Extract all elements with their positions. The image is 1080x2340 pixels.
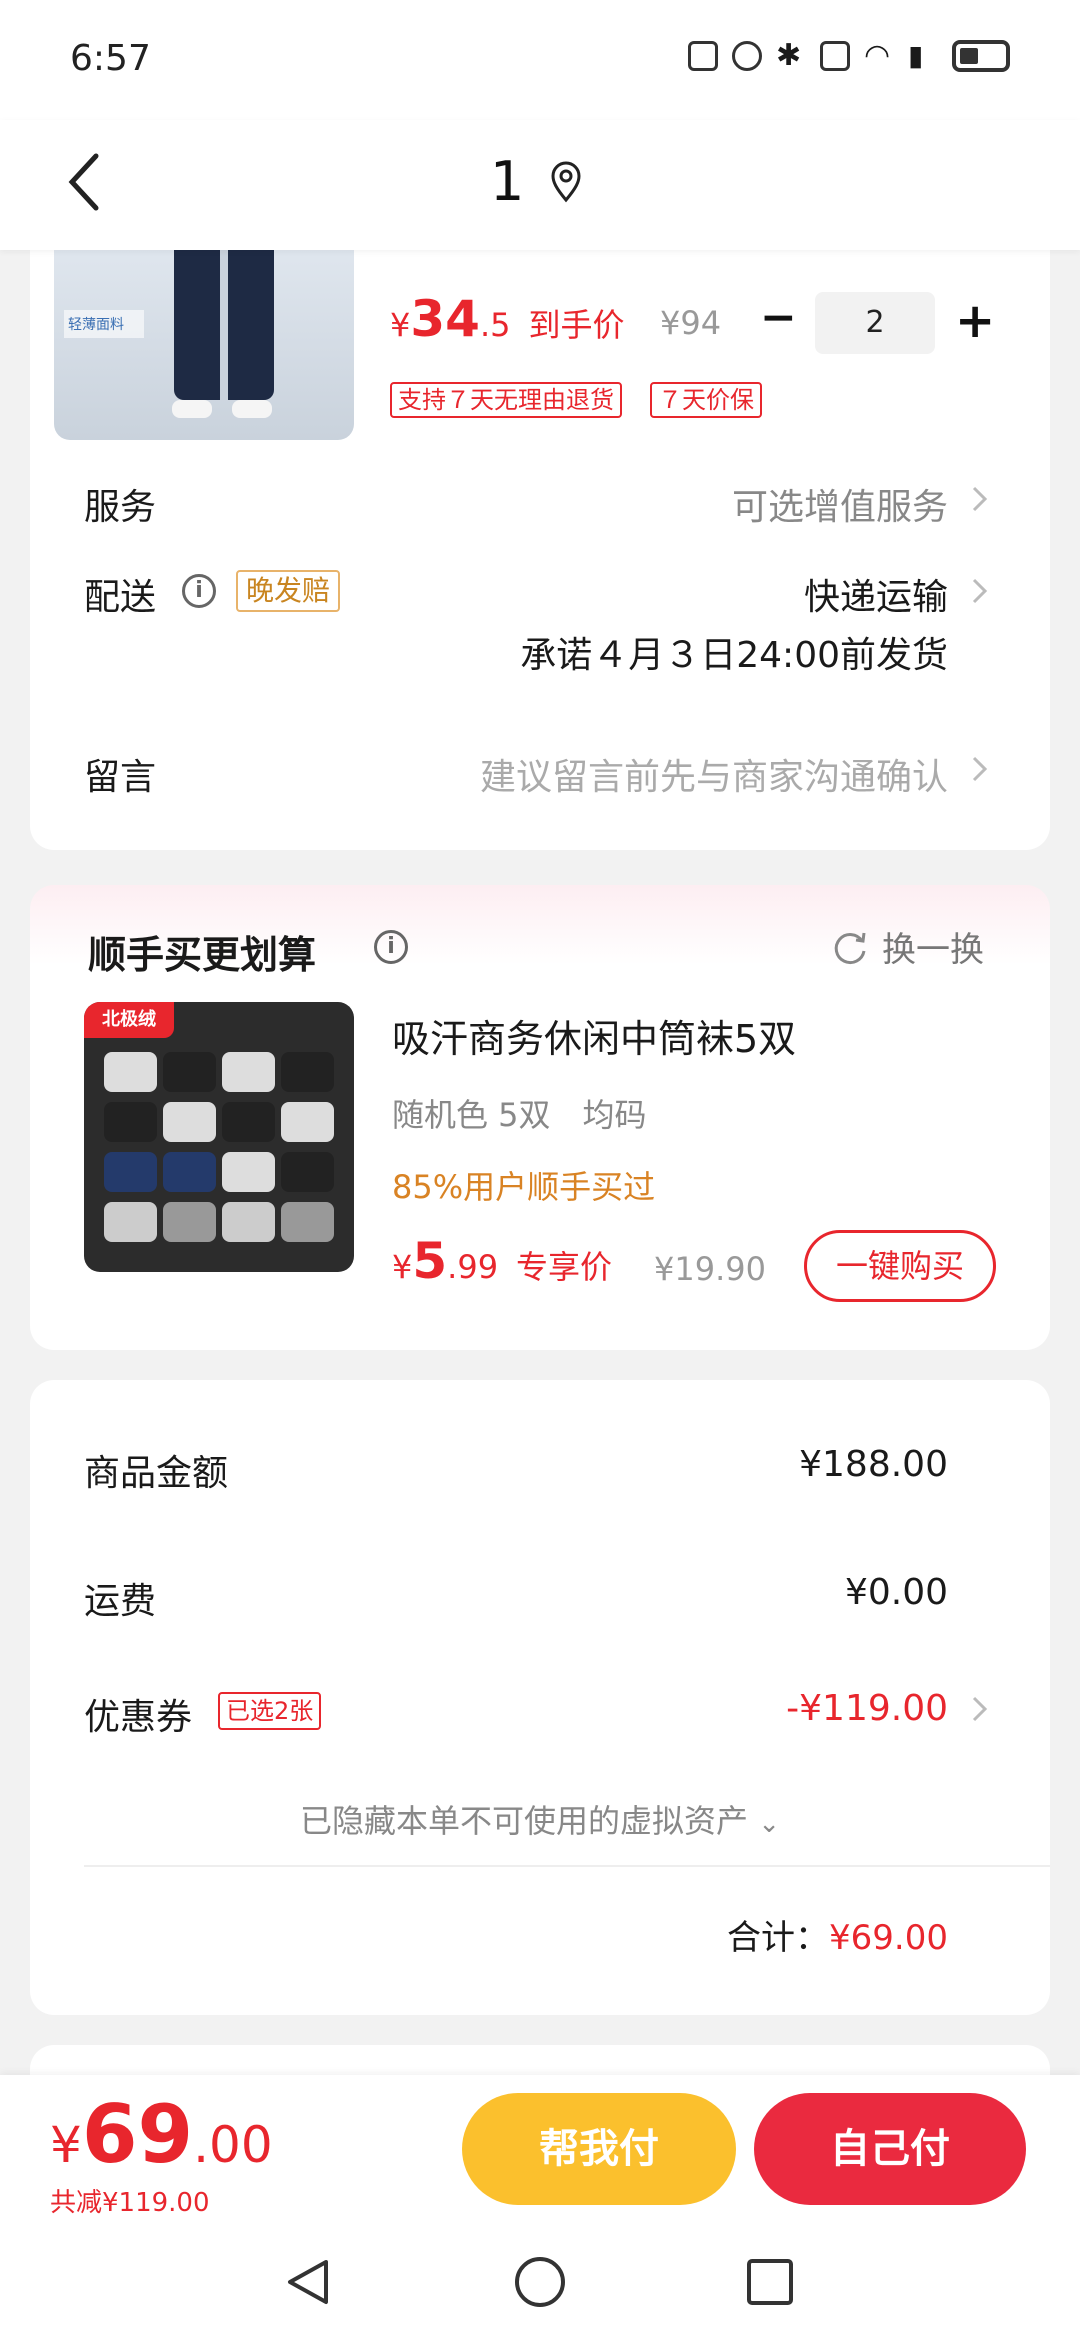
total-saved: 共减¥119.00 — [50, 2188, 210, 2218]
shoe-graphic — [232, 400, 272, 418]
system-nav-bar — [0, 2230, 1080, 2340]
goods-amount-value: ¥188.00 — [799, 1444, 948, 1485]
checkout-total: ¥ 69 .00 — [50, 2088, 273, 2181]
hidden-assets-toggle[interactable]: 已隐藏本单不可使用的虚拟资产 ⌄ — [0, 1796, 1080, 1842]
service-label: 服务 — [84, 487, 157, 528]
return-policy-tag: 支持７天无理由退货 — [390, 382, 622, 418]
price-currency: ¥ — [392, 1248, 413, 1286]
price-integer: 34 — [410, 290, 480, 348]
coupon-selected-tag: 已选2张 — [218, 1692, 322, 1730]
status-time: 6:57 — [70, 38, 151, 79]
total-label: 合计： — [727, 1918, 830, 1958]
total-integer: 69 — [81, 2088, 194, 2181]
info-icon[interactable]: i — [182, 574, 216, 608]
total-line: 合计：¥69.00 — [727, 1910, 948, 1959]
price-label: 专享价 — [516, 1248, 613, 1286]
addon-price: ¥ 5 .99 专享价 — [392, 1232, 612, 1290]
coupon-value[interactable]: -¥119.00 — [786, 1688, 948, 1729]
refresh-icon — [834, 932, 866, 964]
increase-quantity-button[interactable]: + — [955, 296, 995, 346]
quantity-field[interactable]: 2 — [815, 292, 935, 354]
delivery-method[interactable]: 快递运输 — [804, 568, 948, 620]
hidden-assets-text: 已隐藏本单不可使用的虚拟资产 — [300, 1802, 749, 1840]
divider — [84, 1865, 1050, 1867]
chevron-right-icon[interactable] — [970, 576, 990, 606]
addon-title: 顺手买更划算 — [88, 933, 317, 977]
service-value[interactable]: 可选增值服务 — [732, 478, 948, 530]
decrease-quantity-button[interactable]: − — [760, 296, 797, 340]
total-decimal: .00 — [193, 2116, 273, 2174]
shipping-label: 运费 — [84, 1581, 157, 1622]
chevron-right-icon[interactable] — [970, 754, 990, 784]
pants-graphic — [174, 250, 274, 400]
info-icon[interactable]: i — [374, 930, 408, 964]
total-currency: ¥ — [50, 2116, 82, 2174]
top-nav-bar: 1 — [0, 120, 1080, 250]
price-label: 到手价 — [528, 306, 625, 344]
help-me-pay-button[interactable]: 帮我付 — [462, 2093, 736, 2205]
message-label: 留言 — [84, 757, 157, 798]
original-price: ¥94 — [660, 304, 722, 342]
one-click-buy-button[interactable]: 一键购买 — [804, 1230, 996, 1302]
pay-myself-button[interactable]: 自己付 — [754, 2093, 1026, 2205]
system-recents-icon[interactable] — [740, 2252, 800, 2312]
image-feature-tag: 轻薄面料 — [64, 310, 144, 338]
brand-logo: 北极绒 — [84, 1002, 174, 1038]
vibrate-icon — [820, 41, 850, 71]
alarm-icon — [732, 41, 762, 71]
delivery-promise: 承诺４月３日24:00前发货 — [520, 635, 948, 676]
goods-amount-label: 商品金额 — [84, 1453, 229, 1494]
refresh-button[interactable]: 换一换 — [830, 922, 984, 971]
addon-buyers-rate: 85%用户顺手买过 — [392, 1168, 656, 1206]
product-image[interactable]: 轻薄面料 — [54, 250, 354, 440]
coupon-label: 优惠券 — [84, 1697, 193, 1738]
late-compensation-badge: 晚发赔 — [236, 570, 341, 612]
signal-icon: ▮ — [908, 39, 924, 72]
nav-title: 1 — [490, 150, 525, 213]
price-decimal: .99 — [447, 1248, 499, 1286]
price-protect-tag: ７天价保 — [650, 382, 762, 418]
status-bar: 6:57 ✱ ◠ ▮ — [0, 0, 1080, 120]
product-price: ¥ 34 .5 到手价 — [390, 290, 625, 348]
addon-spec: 随机色 5双 均码 — [392, 1096, 647, 1134]
bluetooth-icon: ✱ — [776, 38, 802, 73]
status-icons: ✱ ◠ ▮ — [688, 40, 1010, 72]
system-back-icon[interactable] — [278, 2252, 338, 2312]
socks-image[interactable]: 北极绒 — [84, 1002, 354, 1272]
chevron-right-icon[interactable] — [970, 1694, 990, 1724]
shipping-value: ¥0.00 — [844, 1572, 948, 1613]
location-pin-icon[interactable] — [548, 160, 584, 204]
message-input[interactable]: 建议留言前先与商家沟通确认 — [480, 748, 948, 800]
back-arrow-icon[interactable] — [50, 142, 130, 222]
total-value: ¥69.00 — [829, 1918, 948, 1958]
addon-product-name[interactable]: 吸汗商务休闲中筒袜5双 — [392, 1008, 796, 1063]
shoe-graphic — [172, 400, 212, 418]
delivery-label: 配送 — [84, 577, 157, 618]
battery-icon — [952, 40, 1010, 72]
nfc-icon — [688, 41, 718, 71]
chevron-down-icon: ⌄ — [758, 1809, 780, 1839]
price-integer: 5 — [412, 1232, 448, 1290]
addon-original-price: ¥19.90 — [654, 1250, 766, 1288]
price-decimal: .5 — [479, 306, 511, 344]
wifi-icon: ◠ — [864, 38, 891, 73]
refresh-label: 换一换 — [882, 930, 984, 970]
chevron-right-icon[interactable] — [970, 484, 990, 514]
price-currency: ¥ — [390, 306, 411, 344]
system-home-icon[interactable] — [510, 2252, 570, 2312]
